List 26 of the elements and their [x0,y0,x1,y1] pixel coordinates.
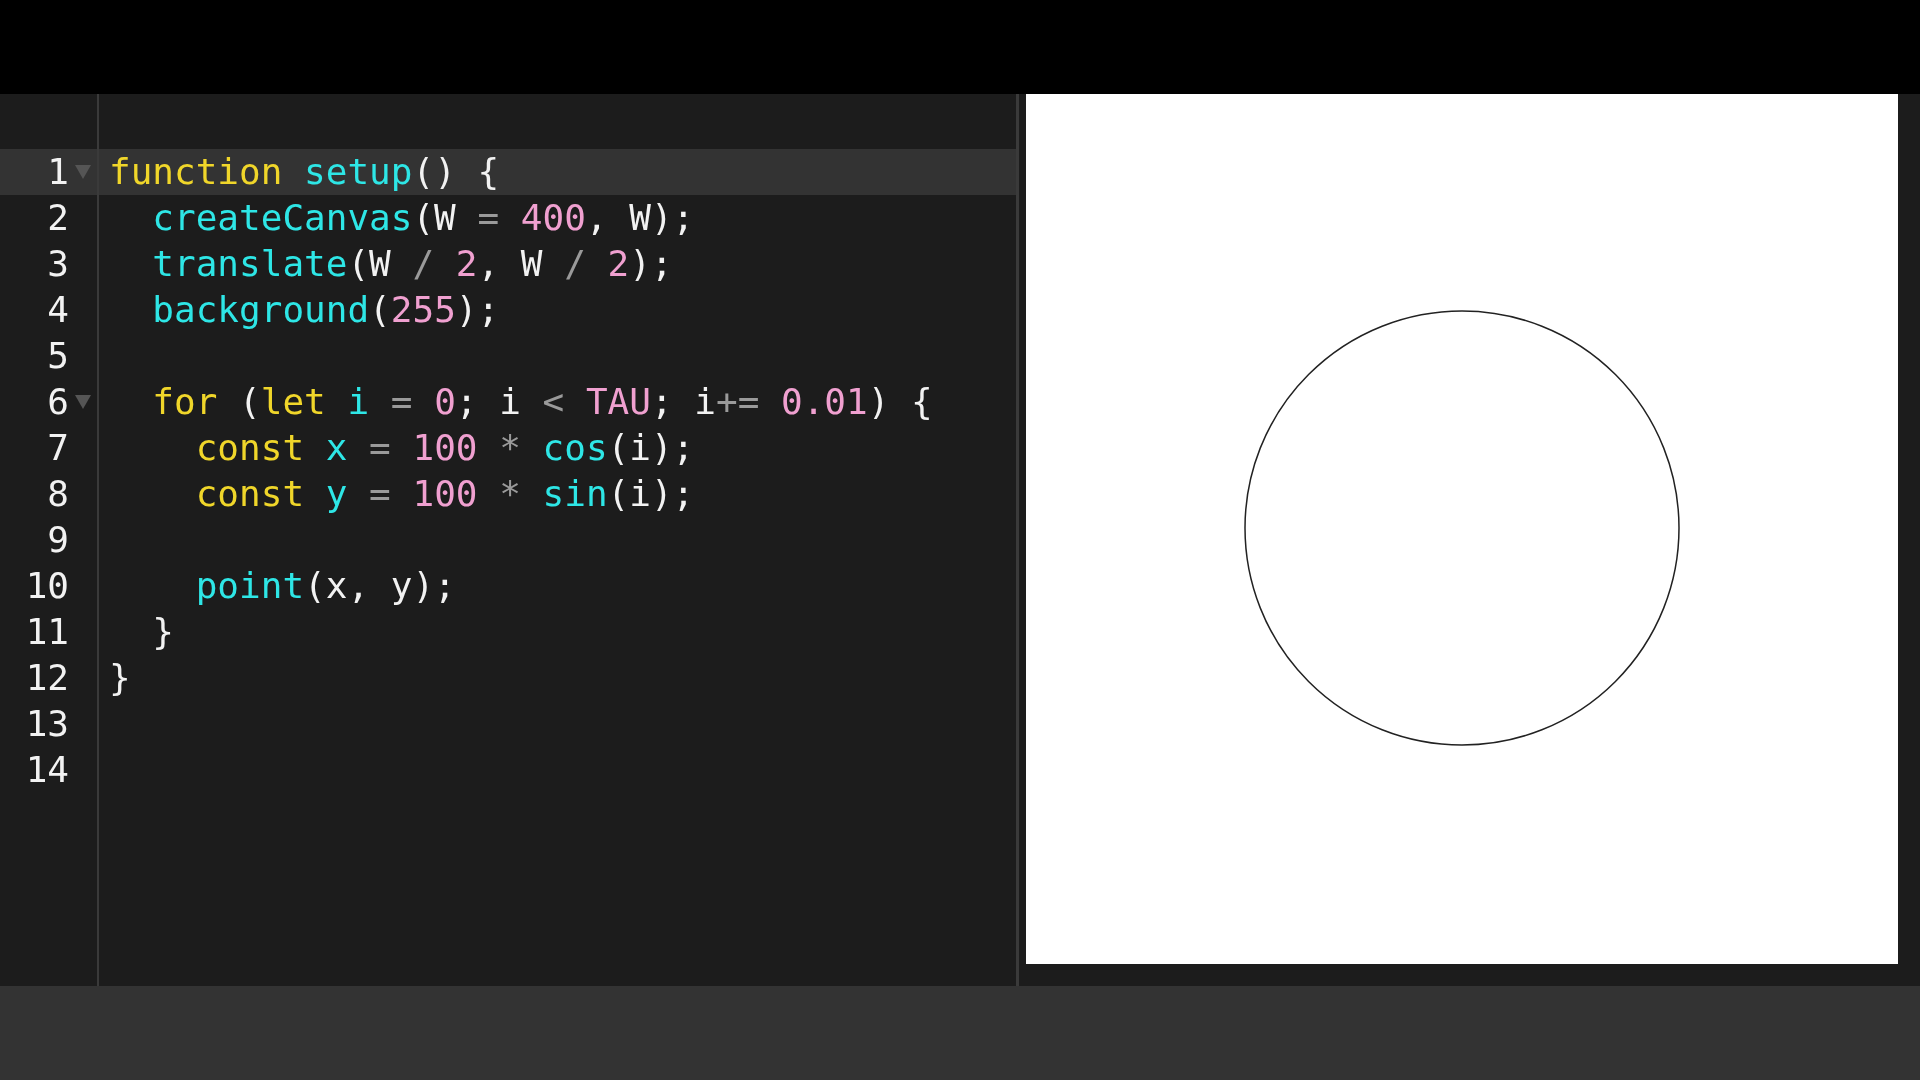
code-line: } [151,610,175,654]
line-number: 12 [25,656,69,700]
line-number: 6 [47,380,69,424]
line-number: 2 [47,196,69,240]
line-number: 9 [47,518,69,562]
line-number: 1 [47,150,69,194]
line-number: 10 [25,564,69,608]
line-number: 11 [25,610,69,654]
code-line: translate(W / 2, W / 2); [151,242,673,286]
line-number: 5 [47,334,69,378]
line-number: 4 [47,288,69,332]
code-line: background(255); [151,288,500,332]
line-number: 3 [47,242,69,286]
code-line: function setup() { [109,150,500,194]
fold-triangle-icon[interactable] [75,165,91,179]
code-line: for (let i = 0; i < TAU; i+= 0.01) { [151,380,933,424]
line-number: 14 [25,748,69,792]
line-number: 8 [47,472,69,516]
line-number: 13 [25,702,69,746]
line-number: 7 [47,426,69,470]
code-line: } [109,656,131,700]
code-line: createCanvas(W = 400, W); [151,196,695,240]
code-line: const x = 100 * cos(i); [194,426,695,470]
code-line: point(x, y); [194,564,456,608]
fold-triangle-icon[interactable] [75,395,91,409]
code-line: const y = 100 * sin(i); [194,472,695,516]
